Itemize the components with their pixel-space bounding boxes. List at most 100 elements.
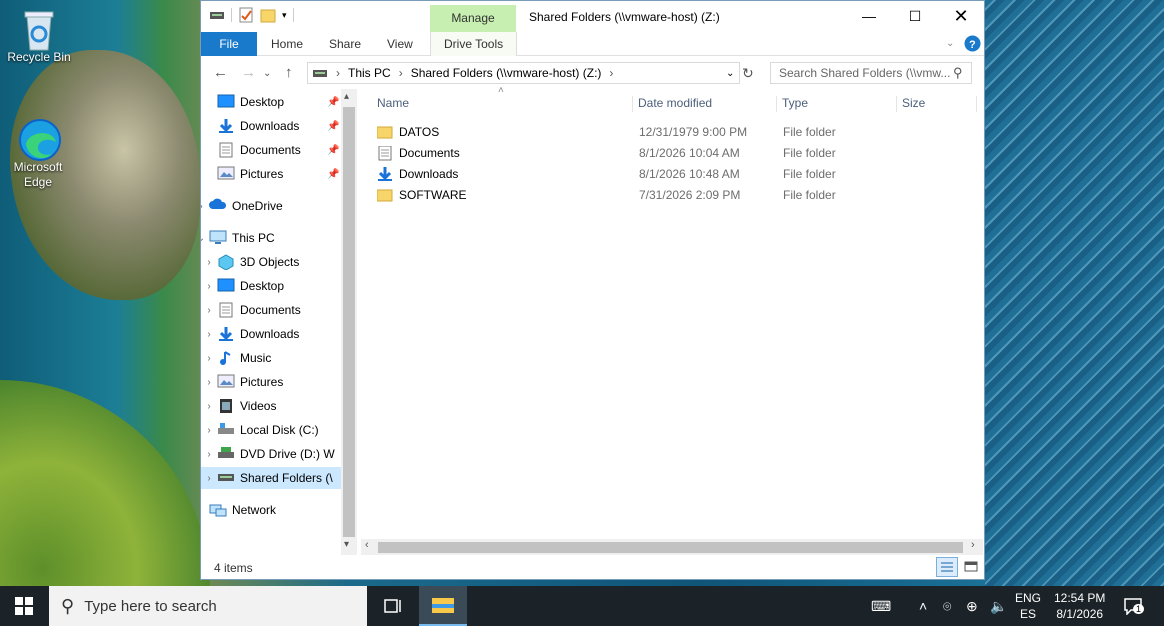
minimize-button[interactable]: —	[846, 1, 892, 31]
nav-item-this-pc[interactable]: ⌄This PC	[201, 227, 334, 249]
back-icon[interactable]: ←	[213, 64, 228, 81]
column-header-date[interactable]: Date modified	[633, 96, 777, 112]
nav-item-pictures[interactable]: Pictures 📌	[201, 163, 342, 185]
column-header-name[interactable]: Name	[372, 96, 633, 112]
refresh-icon[interactable]: ↻	[742, 65, 754, 82]
nav-item-videos[interactable]: › Videos	[201, 395, 342, 417]
chevron-right-icon[interactable]: ›	[201, 401, 217, 412]
title-bar: ▾ Manage Shared Folders (\\vmware-host) …	[201, 1, 984, 32]
nav-item-local-disk[interactable]: › Local Disk (C:)	[201, 419, 342, 441]
pictures-icon	[217, 166, 235, 182]
tab-home[interactable]: Home	[271, 32, 303, 56]
desktop-icon-edge[interactable]: Microsoft Edge	[1, 118, 75, 190]
nav-item-shared-folders[interactable]: › Shared Folders (\	[201, 467, 342, 489]
action-center-icon[interactable]: 1	[1123, 586, 1145, 626]
chevron-right-icon[interactable]: ›	[201, 201, 209, 212]
recent-locations-icon[interactable]: ⌄	[263, 68, 271, 79]
taskbar: ⚲ Type here to search ⌨ ˄ ⌾ ⊕ 🔈 ENG ES 1…	[0, 586, 1164, 626]
scroll-down-icon[interactable]: ▾	[344, 539, 349, 550]
chevron-right-icon[interactable]: ›	[609, 66, 613, 80]
tray-clock[interactable]: 12:54 PM 8/1/2026	[1054, 586, 1105, 626]
desktop-icon-recycle-bin[interactable]: Recycle Bin	[2, 8, 76, 65]
nav-item-documents[interactable]: Documents 📌	[201, 139, 342, 161]
chevron-right-icon[interactable]: ›	[201, 305, 217, 316]
close-button[interactable]: ✕	[938, 1, 984, 31]
pin-icon[interactable]: 📌	[327, 97, 339, 108]
chevron-right-icon[interactable]: ›	[399, 66, 403, 80]
chevron-right-icon[interactable]: ›	[201, 425, 217, 436]
chevron-right-icon[interactable]: ›	[201, 473, 217, 484]
file-row[interactable]: Documents 8/1/2026 10:04 AM File folder	[377, 142, 977, 163]
help-icon[interactable]: ?	[964, 35, 981, 59]
tab-file[interactable]: File	[201, 32, 257, 56]
nav-pane-scroll-thumb[interactable]	[343, 107, 355, 537]
taskbar-search-input[interactable]: ⚲ Type here to search	[49, 586, 367, 626]
column-header-size[interactable]: Size	[897, 96, 977, 112]
forward-icon[interactable]: →	[241, 64, 256, 81]
maximize-button[interactable]: ☐	[892, 1, 938, 31]
large-icons-view-icon[interactable]	[961, 558, 981, 576]
nav-item-pictures[interactable]: › Pictures	[201, 371, 342, 393]
chevron-right-icon[interactable]: ›	[201, 353, 217, 364]
taskbar-file-explorer[interactable]	[419, 586, 467, 626]
breadcrumb-shared-folders[interactable]: Shared Folders (\\vmware-host) (Z:)	[411, 66, 602, 80]
tray-keyboard-icon[interactable]: ⌨	[871, 586, 891, 626]
chevron-down-icon[interactable]: ⌄	[201, 233, 209, 244]
pin-icon[interactable]: 📌	[327, 145, 339, 156]
search-icon[interactable]: ⚲	[953, 65, 963, 81]
chevron-right-icon[interactable]: ›	[201, 329, 217, 340]
nav-item-3d-objects[interactable]: › 3D Objects	[201, 251, 342, 273]
up-icon[interactable]: ↑	[285, 64, 293, 81]
chevron-right-icon[interactable]: ›	[201, 377, 217, 388]
file-row[interactable]: SOFTWARE 7/31/2026 2:09 PM File folder	[377, 184, 977, 205]
downloads-icon	[217, 326, 235, 342]
column-header-type[interactable]: Type	[777, 96, 897, 112]
chevron-right-icon[interactable]: ›	[201, 257, 217, 268]
tab-share[interactable]: Share	[329, 32, 361, 56]
nav-item-music[interactable]: › Music	[201, 347, 342, 369]
nav-item-desktop[interactable]: Desktop 📌	[201, 91, 342, 113]
task-view-icon[interactable]	[382, 596, 402, 616]
nav-item-documents[interactable]: › Documents	[201, 299, 342, 321]
start-icon[interactable]	[15, 597, 33, 615]
chevron-right-icon[interactable]: ›	[201, 449, 217, 460]
scroll-up-icon[interactable]: ▴	[344, 91, 349, 102]
breadcrumb-this-pc[interactable]: This PC	[348, 66, 391, 80]
tray-language[interactable]: ENG ES	[1015, 586, 1041, 626]
tray-meet-icon[interactable]: ⌾	[943, 586, 951, 626]
properties-icon[interactable]	[238, 7, 254, 23]
network-icon	[209, 502, 227, 518]
chevron-right-icon[interactable]: ›	[201, 281, 217, 292]
scroll-left-icon[interactable]: ‹	[365, 539, 369, 551]
file-explorer-icon	[432, 596, 454, 614]
wallpaper-hill	[0, 380, 210, 590]
folder-icon	[377, 188, 393, 202]
address-bar[interactable]: › This PC › Shared Folders (\\vmware-hos…	[307, 62, 740, 84]
nav-item-network[interactable]: Network	[201, 499, 334, 521]
nav-item-downloads[interactable]: › Downloads	[201, 323, 342, 345]
scroll-right-icon[interactable]: ›	[971, 539, 975, 551]
nav-item-downloads[interactable]: Downloads 📌	[201, 115, 342, 137]
new-folder-icon[interactable]	[260, 7, 276, 23]
tray-network-icon[interactable]: ⊕	[966, 586, 978, 626]
nav-item-desktop[interactable]: › Desktop	[201, 275, 342, 297]
tab-drive-tools[interactable]: Drive Tools	[430, 32, 518, 56]
customize-toolbar-icon[interactable]: ▾	[282, 10, 287, 21]
pin-icon[interactable]: 📌	[327, 121, 339, 132]
pin-icon[interactable]: 📌	[327, 169, 339, 180]
file-row[interactable]: Downloads 8/1/2026 10:48 AM File folder	[377, 163, 977, 184]
tray-volume-icon[interactable]: 🔈	[990, 586, 1007, 626]
content-scroll-thumb[interactable]	[378, 542, 963, 553]
expand-ribbon-icon[interactable]: ⌄	[946, 32, 954, 56]
nav-item-onedrive[interactable]: ›OneDrive	[201, 195, 334, 217]
tray-chevron-up-icon[interactable]: ˄	[919, 586, 927, 626]
chevron-right-icon[interactable]: ›	[336, 66, 340, 80]
nav-item-dvd-drive[interactable]: › DVD Drive (D:) W	[201, 443, 342, 465]
tab-view[interactable]: View	[387, 32, 413, 56]
search-input[interactable]: Search Shared Folders (\\vmw...	[770, 62, 972, 84]
file-row[interactable]: DATOS 12/31/1979 9:00 PM File folder	[377, 121, 977, 142]
navigation-pane: Desktop 📌 Downloads 📌 Documents 📌 Pictures 📌…	[201, 89, 357, 555]
address-dropdown-icon[interactable]: ⌄	[726, 68, 734, 79]
details-view-icon[interactable]	[936, 557, 958, 577]
3d-objects-icon	[217, 254, 235, 270]
